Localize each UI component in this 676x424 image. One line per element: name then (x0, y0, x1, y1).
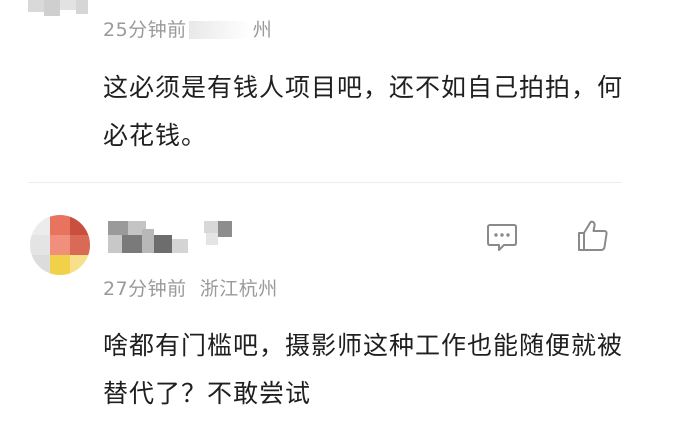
thumbs-up-icon (578, 220, 608, 251)
comment-location: 浙江杭州 (199, 278, 278, 300)
reply-button[interactable] (484, 220, 520, 256)
divider (28, 182, 622, 183)
comment-meta: 25分钟前 州 (103, 15, 272, 42)
comment-time: 25分钟前 (103, 19, 187, 41)
comment-time: 27分钟前 (103, 278, 187, 300)
comment-meta: 27分钟前 浙江杭州 (103, 274, 278, 301)
comment-body: 这必须是有钱人项目吧，还不如自己拍拍，何必花钱。 (103, 73, 624, 150)
redacted-block (188, 21, 251, 39)
avatar[interactable] (30, 215, 90, 275)
comment-bubble-icon (487, 224, 517, 251)
comment-body: 啥都有门槛吧，摄影师这种工作也能随便就被替代了？不敢尝试 (103, 331, 624, 408)
avatar[interactable] (28, 0, 88, 16)
comment-location: 州 (252, 19, 273, 41)
username[interactable] (108, 221, 238, 255)
like-button[interactable] (575, 218, 611, 254)
